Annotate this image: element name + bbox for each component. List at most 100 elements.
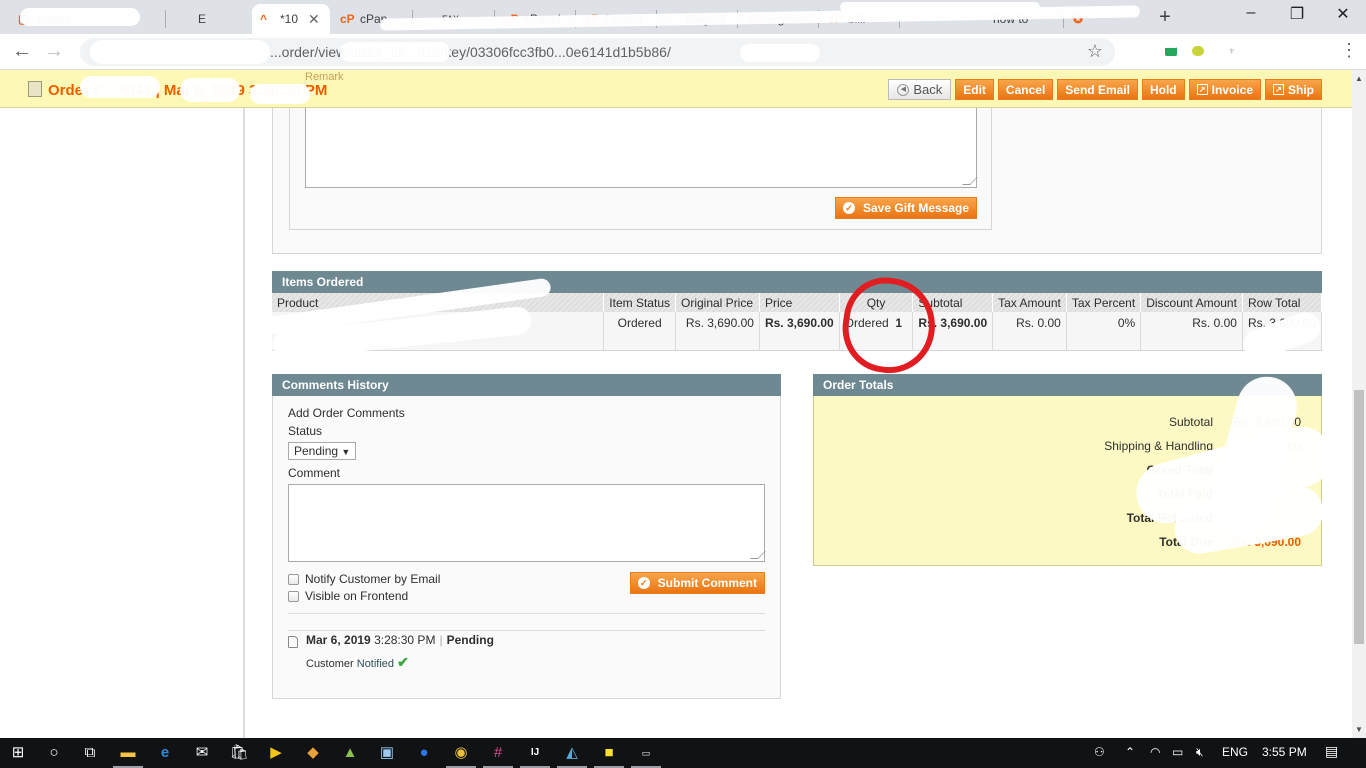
redaction — [740, 44, 820, 62]
action-center-icon[interactable]: ▤ — [1325, 743, 1338, 760]
column-header: Row Total — [1242, 293, 1323, 312]
status-select[interactable]: Pending ▼ — [288, 442, 357, 460]
gift-message-textarea[interactable] — [305, 108, 978, 188]
qty-cell: Ordered 1 — [839, 312, 914, 351]
tax-amount-cell: Rs. 0.00 — [992, 312, 1067, 351]
scrollbar-thumb[interactable] — [1354, 390, 1364, 644]
column-header: Qty — [839, 293, 914, 312]
android-studio-icon[interactable]: ▲ — [340, 744, 360, 762]
redaction — [250, 84, 310, 104]
ship-button[interactable]: ↗ Ship — [1265, 79, 1322, 100]
file-explorer-icon[interactable]: ▬ — [113, 744, 143, 768]
submit-comment-button[interactable]: ✓ Submit Comment — [629, 572, 765, 594]
url-text[interactable]: ...order/view/order_id/...012/key/03306f… — [270, 44, 671, 60]
order-totals-section: Order Totals Subtotal Rs. 3,690.00 Shipp… — [813, 369, 1339, 566]
mail-icon[interactable]: ✉ — [192, 744, 212, 762]
comments-history-title: Comments History — [272, 374, 781, 396]
comment-textarea[interactable] — [288, 484, 766, 562]
edge-icon[interactable]: e — [155, 744, 175, 762]
save-gift-message-button[interactable]: ✓ Save Gift Message — [835, 197, 978, 219]
chrome-icon[interactable]: ◉ — [446, 744, 476, 768]
tray-chevron-icon[interactable]: ⌃ — [1125, 745, 1135, 759]
volume-muted-icon[interactable]: 🔇︎ — [1196, 745, 1204, 760]
clock[interactable]: 3:55 PM — [1262, 745, 1307, 759]
back-button[interactable]: ◀ Back — [888, 79, 952, 100]
scroll-down-icon[interactable]: ▼ — [1355, 725, 1363, 734]
cancel-button[interactable]: Cancel — [997, 79, 1054, 100]
browser-tab-active[interactable]: ^ *10 ✕ — [252, 4, 330, 34]
invoice-icon: ↗ — [1196, 84, 1208, 95]
magento-icon: ^ — [260, 12, 268, 26]
edit-button[interactable]: Edit — [955, 79, 994, 100]
invoice-button[interactable]: ↗ Invoice — [1188, 79, 1261, 100]
checkbox[interactable] — [288, 590, 299, 602]
restore-button[interactable]: ❐ — [1274, 4, 1320, 24]
history-entry: Mar 6, 2019 3:28:30 PM | Pending — [288, 633, 765, 648]
original-price-cell: Rs. 3,690.00 — [675, 312, 760, 351]
discount-amount-cell: Rs. 0.00 — [1140, 312, 1243, 351]
gift-message-section: ✓ Save Gift Message — [272, 108, 1322, 254]
items-ordered-title: Items Ordered — [272, 271, 1322, 293]
mysql-workbench-icon[interactable]: ◭ — [557, 744, 587, 768]
redaction — [80, 76, 160, 98]
windows-start-icon[interactable]: ⊞ — [8, 744, 28, 762]
browser-menu-icon[interactable]: ⋮ — [1340, 40, 1358, 61]
send-email-button[interactable]: Send Email — [1057, 79, 1138, 100]
scroll-up-icon[interactable]: ▲ — [1355, 74, 1363, 83]
items-ordered-section: Items Ordered Product Item Status Origin… — [247, 271, 1325, 364]
vertical-scrollbar[interactable]: ▲ ▼ — [1352, 70, 1366, 738]
task-view-icon[interactable]: ⧉ — [80, 744, 100, 762]
column-header: Tax Amount — [992, 293, 1067, 312]
close-window-button[interactable]: ✕ — [1320, 4, 1366, 24]
language-indicator[interactable]: ENG — [1222, 745, 1248, 759]
ship-icon: ↗ — [1273, 84, 1284, 95]
terminal-icon[interactable]: ▭ — [631, 744, 661, 768]
resize-handle[interactable] — [750, 551, 766, 559]
checkbox[interactable] — [288, 573, 299, 585]
sticky-notes-icon[interactable]: ■ — [594, 744, 624, 768]
tax-percent-cell: 0% — [1066, 312, 1142, 351]
new-tab-button[interactable]: + — [1155, 6, 1175, 29]
checkmark-icon: ✔ — [397, 654, 409, 670]
totals-label: Shipping & Handling — [1104, 439, 1213, 453]
slack-icon[interactable]: # — [483, 744, 513, 768]
extension-icon[interactable]: ♆ — [1228, 46, 1240, 57]
media-player-icon[interactable]: ▶ — [266, 744, 286, 762]
page-icon — [178, 12, 192, 26]
cortana-icon[interactable]: ○ — [44, 744, 64, 762]
minimize-button[interactable]: – — [1228, 4, 1274, 22]
redaction — [180, 78, 240, 102]
item-status-cell: Ordered — [603, 312, 676, 351]
forward-arrow-icon[interactable]: → — [44, 40, 64, 63]
dropdown-arrow-icon: ▼ — [341, 447, 351, 457]
git-icon[interactable]: ◆ — [303, 744, 323, 762]
comments-history-section: Comments History Add Order Comments Stat… — [272, 374, 781, 699]
status-label: Status — [288, 424, 323, 438]
firefox-icon[interactable]: ● — [414, 744, 434, 762]
resize-handle[interactable] — [962, 177, 978, 185]
bookmark-star-icon[interactable]: ☆ — [1087, 41, 1103, 62]
people-icon[interactable]: ⚇ — [1094, 745, 1105, 759]
back-arrow-icon[interactable]: ← — [12, 40, 32, 63]
hold-button[interactable]: Hold — [1141, 79, 1185, 100]
column-header: Subtotal — [912, 293, 994, 312]
wifi-icon[interactable]: ◠ — [1150, 745, 1160, 759]
customer-notified: Customer Notified ✔ — [306, 654, 409, 670]
column-header: Original Price — [675, 293, 760, 312]
close-tab-icon[interactable]: ✕ — [308, 11, 320, 28]
subtotal-cell: Rs. 3,690.00 — [912, 312, 994, 351]
virtualbox-icon[interactable]: ▣ — [377, 744, 397, 762]
browser-tab[interactable]: E — [170, 6, 250, 32]
divider — [288, 630, 765, 631]
intellij-icon[interactable]: IJ — [520, 744, 550, 768]
order-header-bar: Remark Order # ...9041 | Mar 6, 2019 3:2… — [0, 70, 1352, 108]
document-icon — [288, 636, 298, 648]
gift-message-form: ✓ Save Gift Message — [289, 108, 992, 230]
battery-icon[interactable]: ▭ — [1172, 745, 1183, 759]
store-icon[interactable]: 🛍 — [229, 744, 249, 762]
browser-tab-strip: ▢ create E ^ *10 ✕ cP cPan FAX cP cPanel… — [0, 0, 1366, 34]
extension-icon[interactable] — [1192, 46, 1204, 56]
column-header: Tax Percent — [1066, 293, 1142, 312]
redaction — [90, 40, 270, 64]
price-cell: Rs. 3,690.00 — [759, 312, 840, 351]
